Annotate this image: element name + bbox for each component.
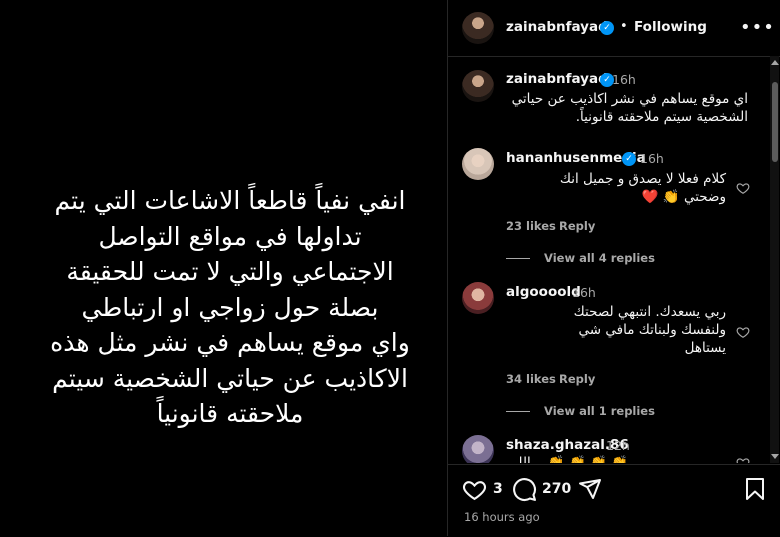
media-line: ملاحقته قانونياً (156, 399, 304, 428)
more-horizontal-icon[interactable]: ••• (740, 17, 775, 38)
comment-avatar[interactable] (462, 282, 494, 314)
scroll-thumb[interactable] (772, 82, 778, 162)
comment-time: 12h (606, 438, 630, 453)
comment-time: 16h (640, 151, 664, 166)
media-line: انفي نفياً قاطعاً الاشاعات التي يتم (54, 186, 406, 215)
media-line: الاجتماعي والتي لا تمت للحقيقة (66, 257, 394, 286)
comment-line: وضحتي 👏 ❤️ (641, 189, 726, 205)
media-line: واي موقع يساهم في نشر مثل هذه (50, 328, 410, 357)
separator-dot: • (620, 19, 628, 34)
verified-badge-icon: ✓ (622, 152, 636, 166)
comment-like-heart-icon[interactable] (736, 181, 750, 195)
comment-clip: shaza.ghazal.86 12h 👏 👏 👏 👏 ...اللي (448, 430, 770, 463)
caption-username[interactable]: zainabnfayad (506, 71, 608, 87)
caption-text: اي موقع يساهم في نشر اكاذيب عن حياتي الش… (506, 90, 748, 126)
media-text-block: انفي نفياً قاطعاً الاشاعات التي يتم تداو… (30, 183, 430, 432)
comment-likes[interactable]: 34 likes (506, 372, 556, 386)
author-username[interactable]: zainabnfayad (506, 19, 608, 35)
comment-text: كلام فعلا لا يصدق و جميل انك وضحتي 👏 ❤️ (506, 170, 726, 206)
comment-text: 👏 👏 👏 👏 ...اللي (507, 455, 628, 463)
comment-line: كلام فعلا لا يصدق و جميل انك (559, 171, 726, 187)
comment-reply-button[interactable]: Reply (559, 219, 595, 233)
media-line: تداولها في مواقع التواصل (98, 221, 362, 251)
comment-reply-button[interactable]: Reply (559, 372, 595, 386)
author-avatar[interactable] (462, 12, 494, 44)
comments-panel: zainabnfayad ✓ • Following ••• zainabnfa… (448, 0, 780, 536)
following-button[interactable]: Following (634, 19, 707, 35)
replies-line (506, 258, 530, 259)
caption-time: 16h (612, 72, 636, 87)
caption-line: اي موقع يساهم في نشر اكاذيب عن حياتي (511, 91, 748, 107)
view-replies-label: View all 1 replies (544, 404, 655, 418)
bookmark-icon[interactable] (744, 477, 766, 501)
scroll-down-arrow-icon[interactable] (771, 454, 779, 459)
post-header: zainabnfayad ✓ • Following ••• (448, 0, 780, 57)
comment-likes[interactable]: 23 likes (506, 219, 556, 233)
replies-line (506, 411, 530, 412)
comments-scrollbar[interactable] (770, 56, 779, 463)
comment-avatar[interactable] (462, 148, 494, 180)
comment-line: ربي يسعدك. انتبهي لصحتك (573, 304, 726, 320)
comment-like-heart-icon[interactable] (736, 456, 750, 463)
view-replies-button[interactable]: View all 1 replies (506, 404, 655, 418)
verified-badge-icon: ✓ (600, 21, 614, 35)
comment-avatar[interactable] (462, 435, 494, 463)
media-line: الاكاذيب عن حياتي الشخصية سيتم (52, 363, 408, 393)
comment-line: ولنفسك ولبناتك مافي شي (578, 322, 726, 338)
heart-icon[interactable] (462, 477, 487, 502)
post-media: انفي نفياً قاطعاً الاشاعات التي يتم تداو… (0, 0, 447, 536)
caption-line: الشخصية سيتم ملاحقته قانونياً. (575, 109, 748, 125)
media-line: بصلة حول زواجي او ارتباطي (81, 292, 379, 322)
comment-bubble-icon[interactable] (512, 477, 537, 502)
likes-count[interactable]: 3 (493, 481, 503, 497)
paper-plane-icon[interactable] (578, 477, 602, 501)
comment-like-heart-icon[interactable] (736, 325, 750, 339)
view-replies-button[interactable]: View all 4 replies (506, 251, 655, 265)
caption-avatar[interactable] (462, 70, 494, 102)
comment-text: ربي يسعدك. انتبهي لصحتك ولنفسك ولبناتك م… (506, 303, 726, 357)
comments-count[interactable]: 270 (542, 481, 571, 497)
post-actions: 3 270 16 hours ago (448, 464, 780, 537)
comment-username[interactable]: algoooold (506, 284, 581, 300)
comment-time: 16h (572, 285, 596, 300)
posted-time: 16 hours ago (464, 510, 540, 524)
view-replies-label: View all 4 replies (544, 251, 655, 265)
comment-line: يستاهل (684, 340, 726, 356)
scroll-up-arrow-icon[interactable] (771, 60, 779, 65)
